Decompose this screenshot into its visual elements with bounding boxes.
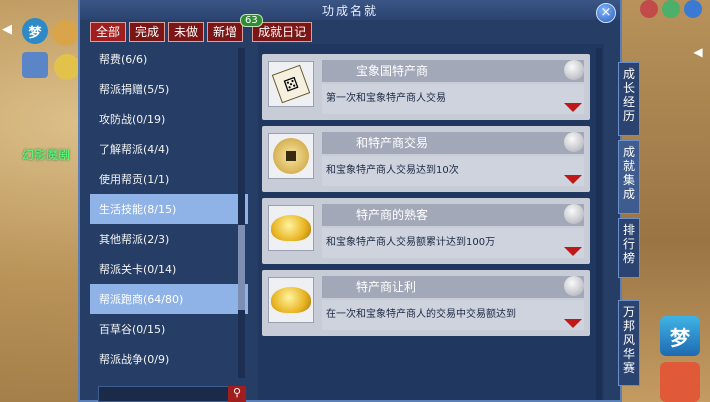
search-input[interactable]: [98, 386, 246, 402]
achievement-window: 功成名就 × 全部 完成 未做 新增 成就日记 63 帮费(6/6) 帮派捐赠(…: [78, 0, 622, 402]
achievement-title: 和特产商交易: [322, 132, 584, 154]
gold-ingot-icon: [268, 205, 314, 251]
window-title: 功成名就: [321, 3, 378, 18]
achievement-card[interactable]: 和特产商交易 和宝象特产商人交易达到10次: [262, 126, 590, 192]
medal-icon: [564, 204, 584, 224]
gold-ingot-icon: [268, 277, 314, 323]
achievement-card[interactable]: 特产商的熟客 和宝象特产商人交易额累计达到100万: [262, 198, 590, 264]
category-item-selected[interactable]: 生活技能(8/15): [90, 194, 248, 224]
expand-arrow-icon[interactable]: [564, 103, 582, 112]
collapse-arrow-icon[interactable]: ◀: [0, 22, 14, 37]
gem-icon[interactable]: [684, 0, 702, 18]
new-count-badge: 63: [240, 14, 263, 27]
scene-name-label: 幻影魔剧: [22, 148, 71, 162]
map-icon[interactable]: [22, 52, 48, 78]
category-item[interactable]: 了解帮派(4/4): [90, 134, 248, 164]
category-item[interactable]: 其他帮派(2/3): [90, 224, 248, 254]
achievement-title: 特产商的熟客: [322, 204, 584, 226]
achievement-card[interactable]: ⚄ 宝象国特产商 第一次和宝象特产商人交易: [262, 54, 590, 120]
category-list: 帮费(6/6) 帮派捐赠(5/5) 攻防战(0/19) 了解帮派(4/4) 使用…: [90, 44, 248, 384]
category-scrollbar[interactable]: [238, 48, 245, 378]
category-item[interactable]: 帮派捐赠(5/5): [90, 74, 248, 104]
side-tab-collection[interactable]: 成就集成: [618, 140, 640, 214]
side-tab-label: 排行榜: [622, 223, 635, 265]
achievement-scrollbar[interactable]: [596, 48, 602, 400]
category-item[interactable]: 帮派战争(0/9): [90, 344, 248, 374]
expand-arrow-icon[interactable]: [564, 247, 582, 256]
close-button[interactable]: ×: [596, 3, 616, 23]
side-tab-ranking[interactable]: 排行榜: [618, 218, 640, 278]
achievement-desc: 在一次和宝象特产商人的交易中交易额达到: [322, 300, 584, 330]
pet-avatar-icon[interactable]: [52, 20, 78, 46]
search-icon: ⚲: [232, 386, 242, 399]
character-portrait-icon[interactable]: [660, 362, 700, 402]
side-tab-label: 成长经历: [622, 67, 635, 123]
medal-icon: [564, 132, 584, 152]
title-bar: 功成名就: [80, 0, 620, 20]
achievement-list: ⚄ 宝象国特产商 第一次和宝象特产商人交易 和特产商交易 和宝象特产商人交易达到…: [258, 44, 604, 400]
medal-icon: [564, 60, 584, 80]
achievement-card[interactable]: 特产商让利 在一次和宝象特产商人的交易中交易额达到: [262, 270, 590, 336]
status-icon[interactable]: [640, 0, 658, 18]
expand-arrow-icon[interactable]: [564, 175, 582, 184]
category-item-selected[interactable]: 帮派跑商(64/80): [90, 284, 248, 314]
tab-new[interactable]: 新增: [207, 22, 244, 42]
category-item[interactable]: 帮派关卡(0/14): [90, 254, 248, 284]
coin-icon: [268, 133, 314, 179]
side-tab-contest[interactable]: 万邦风华赛: [618, 300, 640, 386]
dream-skill-icon[interactable]: 梦: [660, 316, 700, 356]
achievement-title: 特产商让利: [322, 276, 584, 298]
category-scroll-thumb[interactable]: [238, 225, 245, 310]
tab-undone[interactable]: 未做: [168, 22, 205, 42]
category-item[interactable]: 百草谷(0/15): [90, 314, 248, 344]
expand-arrow-icon[interactable]: ◀: [690, 44, 706, 60]
category-item[interactable]: 使用帮贡(1/1): [90, 164, 248, 194]
buff-icon[interactable]: [662, 0, 680, 18]
category-item[interactable]: 帮费(6/6): [90, 44, 248, 74]
category-item[interactable]: 攻防战(0/19): [90, 104, 248, 134]
achievement-desc: 第一次和宝象特产商人交易: [322, 84, 584, 114]
achievement-desc: 和宝象特产商人交易额累计达到100万: [322, 228, 584, 258]
pet-icon[interactable]: [54, 54, 80, 80]
tab-completed[interactable]: 完成: [129, 22, 166, 42]
achievement-desc: 和宝象特产商人交易达到10次: [322, 156, 584, 186]
side-tab-growth[interactable]: 成长经历: [618, 62, 640, 136]
filter-tabs: 全部 完成 未做 新增 成就日记 63: [90, 14, 313, 42]
medal-icon: [564, 276, 584, 296]
achievement-title: 宝象国特产商: [322, 60, 584, 82]
side-tab-label: 成就集成: [622, 145, 635, 201]
dice-icon: ⚄: [268, 61, 314, 107]
tab-all[interactable]: 全部: [90, 22, 127, 42]
dream-logo-icon[interactable]: 梦: [22, 18, 48, 44]
side-tab-label: 万邦风华赛: [622, 305, 635, 375]
search-button[interactable]: ⚲: [228, 386, 246, 402]
expand-arrow-icon[interactable]: [564, 319, 582, 328]
